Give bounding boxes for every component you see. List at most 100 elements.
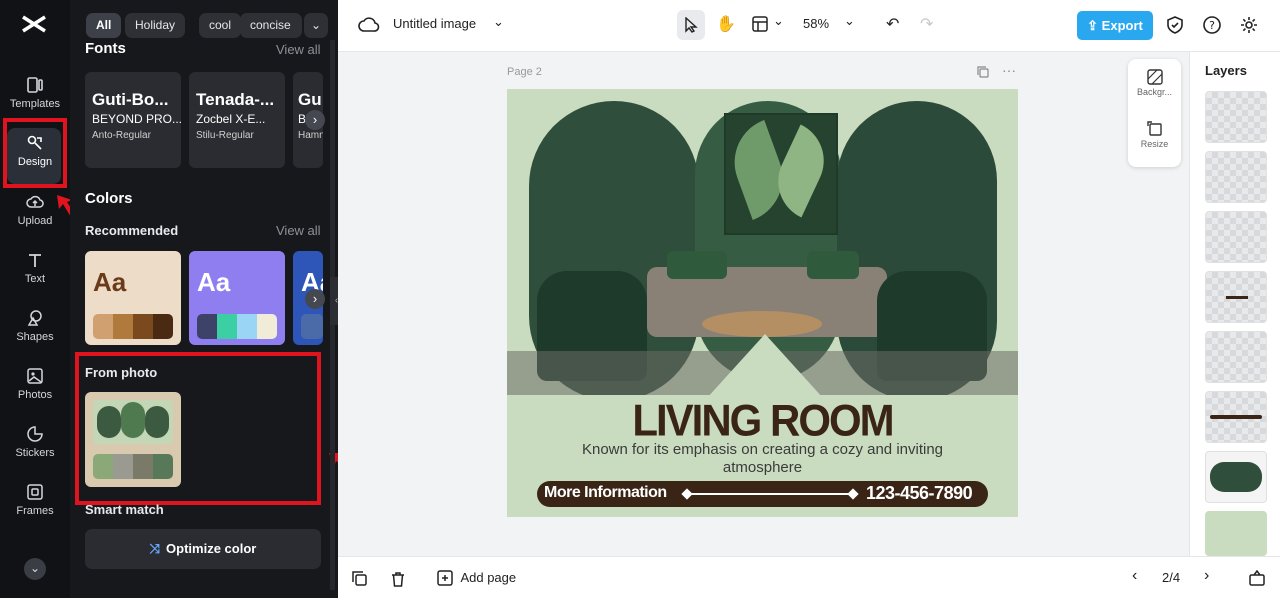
next-page-chevron-icon[interactable]: › xyxy=(1204,567,1209,585)
duplicate-page-icon[interactable] xyxy=(977,66,989,78)
layer-thumbnail-background[interactable] xyxy=(1205,511,1267,556)
poster-phone: 123-456-7890 xyxy=(866,483,973,503)
optimize-color-button[interactable]: ⤨ Optimize color xyxy=(85,529,321,569)
stickers-icon xyxy=(27,426,43,442)
layer-thumbnail[interactable] xyxy=(1205,271,1267,323)
rail-photos[interactable]: Photos xyxy=(0,367,70,419)
layer-thumbnail[interactable] xyxy=(1205,451,1267,503)
rail-label: Photos xyxy=(17,389,53,401)
font-card-tenada[interactable]: Tenada-... Zocbel X-E... Stilu-Regular xyxy=(189,72,285,168)
page-counter: 2/4 xyxy=(1162,570,1181,585)
layer-thumbnail[interactable] xyxy=(1205,391,1267,443)
poster-cushion xyxy=(807,251,859,279)
frames-icon xyxy=(27,484,43,500)
gear-icon[interactable] xyxy=(1240,16,1258,34)
document-title[interactable]: Untitled image xyxy=(393,16,476,31)
help-icon[interactable]: ? xyxy=(1203,16,1221,34)
resize-icon xyxy=(1146,121,1162,136)
chip-holiday[interactable]: Holiday xyxy=(125,13,186,38)
palette-swatches xyxy=(197,314,277,339)
layer-thumbnail[interactable] xyxy=(1205,331,1267,383)
undo-icon[interactable]: ↶ xyxy=(886,14,899,34)
palette-card-brown[interactable]: Aa xyxy=(85,251,181,345)
fonts-title: Fonts xyxy=(85,40,126,57)
zoom-level[interactable]: 58% xyxy=(803,16,829,31)
smart-match-label: Smart match xyxy=(85,502,164,517)
layout-chevron-down-icon[interactable]: ⌄ xyxy=(773,13,784,29)
poster-cta-line xyxy=(685,493,853,495)
font-card-guti[interactable]: Guti-Bo... BEYOND PRO... Anto-Regular xyxy=(85,72,181,168)
bottom-toolbar: Add page ‹ 2/4 › xyxy=(338,556,1280,598)
trash-icon[interactable] xyxy=(390,571,406,587)
fonts-next-arrow-icon[interactable]: › xyxy=(305,110,325,130)
capcut-logo-icon[interactable] xyxy=(19,12,49,36)
top-toolbar: Untitled image ⌄ ✋ ⌄ 58% ⌄ ↶ ↷ ⇪ Export … xyxy=(338,0,1280,52)
poster-cta-bar[interactable]: More Information 123-456-7890 xyxy=(537,481,988,507)
add-page-button[interactable]: Add page xyxy=(437,569,516,587)
select-tool-button[interactable] xyxy=(677,10,705,40)
background-tool[interactable]: Backgr... xyxy=(1128,69,1181,97)
palette-swatches xyxy=(301,314,323,339)
page-more-icon[interactable]: ··· xyxy=(1002,62,1016,78)
resize-tool[interactable]: Resize xyxy=(1128,121,1181,149)
fonts-view-all[interactable]: View all xyxy=(276,42,321,57)
layout-icon[interactable] xyxy=(752,16,768,32)
left-rail: Templates Design Upload Text Shapes Phot… xyxy=(0,0,70,598)
text-icon xyxy=(29,254,41,267)
chip-all[interactable]: All xyxy=(86,13,122,38)
templates-icon xyxy=(27,77,43,93)
chip-cool[interactable]: cool xyxy=(199,13,242,38)
rail-label: Frames xyxy=(16,505,54,517)
design-highlight-box xyxy=(3,118,67,188)
palette-aa: Aa xyxy=(93,267,127,297)
title-chevron-down-icon[interactable]: ⌄ xyxy=(493,14,504,30)
prev-page-chevron-icon[interactable]: ‹ xyxy=(1132,567,1137,585)
background-label: Backgr... xyxy=(1136,87,1172,97)
rail-stickers[interactable]: Stickers xyxy=(0,425,70,477)
poster-subtitle[interactable]: Known for its emphasis on creating a coz… xyxy=(547,441,978,477)
palette-aa: Aa xyxy=(197,267,231,297)
chip-concise[interactable]: concise xyxy=(240,13,302,38)
swatch xyxy=(93,314,113,339)
from-photo-highlight-box xyxy=(75,352,321,505)
cloud-sync-icon[interactable] xyxy=(358,15,380,35)
rail-text[interactable]: Text xyxy=(0,251,70,303)
page-panel-icon[interactable] xyxy=(1248,570,1266,586)
poster-page[interactable]: LIVING ROOM Known for its emphasis on cr… xyxy=(507,89,1018,517)
poster-cushion xyxy=(667,251,727,279)
swatch xyxy=(113,314,133,339)
layer-thumbnail[interactable] xyxy=(1205,151,1267,203)
shield-icon[interactable] xyxy=(1166,16,1184,34)
layer-thumbnail[interactable] xyxy=(1205,91,1267,143)
swatch xyxy=(197,314,217,339)
poster-cta-text: More Information xyxy=(544,484,667,501)
rail-shapes[interactable]: Shapes xyxy=(0,309,70,361)
swatch xyxy=(257,314,277,339)
swatch xyxy=(133,314,153,339)
poster-title[interactable]: LIVING ROOM xyxy=(507,396,1018,446)
export-label: Export xyxy=(1101,18,1143,33)
upload-cloud-icon xyxy=(26,195,44,208)
photos-icon xyxy=(27,368,43,384)
font-sample: Zocbel X-E... xyxy=(196,112,266,126)
rail-frames[interactable]: Frames xyxy=(0,483,70,535)
palette-card-purple[interactable]: Aa xyxy=(189,251,285,345)
upload-icon: ⇪ xyxy=(1087,18,1102,33)
palettes-next-arrow-icon[interactable]: › xyxy=(305,289,325,309)
redo-icon[interactable]: ↷ xyxy=(920,14,933,34)
background-icon xyxy=(1146,69,1163,85)
zoom-chevron-down-icon[interactable]: ⌄ xyxy=(844,13,855,29)
rail-label: Shapes xyxy=(16,331,54,343)
font-name: Guti-Bo... xyxy=(92,90,169,109)
swatch xyxy=(237,314,257,339)
rail-more-chevron-icon[interactable]: ⌄ xyxy=(24,558,46,580)
recommended-view-all[interactable]: View all xyxy=(276,223,321,238)
rail-label: Upload xyxy=(17,215,53,227)
export-button[interactable]: ⇪ Export xyxy=(1077,11,1153,40)
duplicate-icon[interactable] xyxy=(352,571,368,587)
svg-text:?: ? xyxy=(1209,19,1215,32)
hand-tool-icon[interactable]: ✋ xyxy=(716,14,736,34)
chips-expand-chevron-icon[interactable]: ⌄ xyxy=(304,13,328,38)
poster-diamond-icon xyxy=(847,488,859,500)
layer-thumbnail[interactable] xyxy=(1205,211,1267,263)
